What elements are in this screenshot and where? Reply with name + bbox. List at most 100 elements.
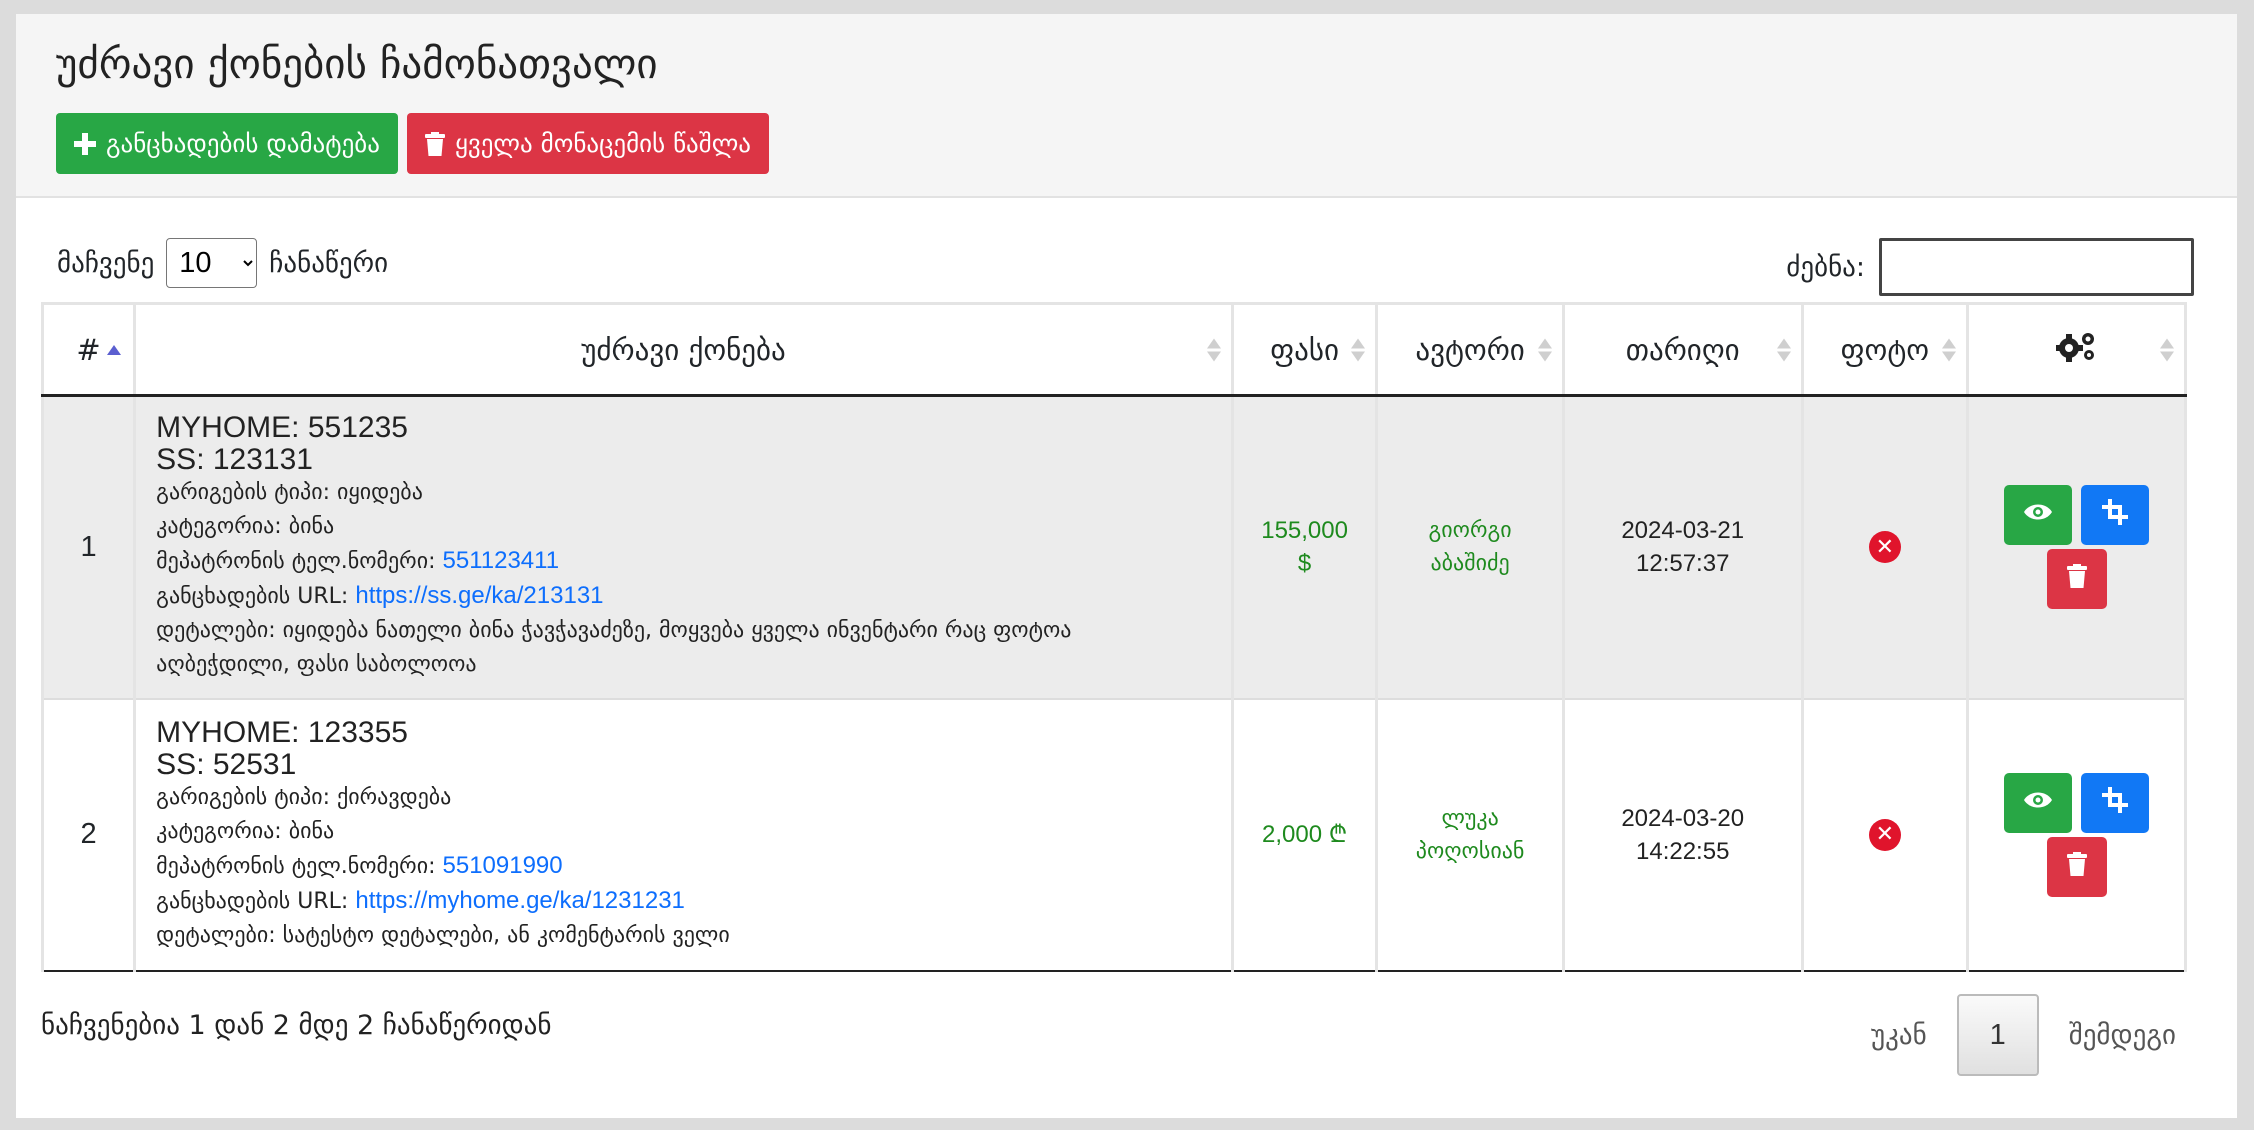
deal-type: გარიგების ტიპი: ქირავდება — [156, 784, 452, 810]
listing-url-link[interactable]: https://ss.ge/ka/213131 — [355, 582, 603, 609]
column-header-label: უძრავი ქონება — [581, 332, 786, 367]
eye-icon — [2024, 790, 2053, 816]
gears-icon — [2054, 333, 2098, 369]
property-cell: MYHOME: 123355 SS: 52531 გარიგების ტიპი:… — [133, 698, 1234, 972]
add-listing-button[interactable]: განცხადების დამატება — [56, 113, 398, 175]
view-button[interactable] — [2004, 772, 2073, 833]
owner-phone-link[interactable]: 551123411 — [443, 547, 560, 574]
author-first-name: ლუკა — [1441, 805, 1499, 831]
edit-button[interactable] — [2081, 485, 2150, 546]
column-header-label: თარიღი — [1625, 332, 1740, 367]
column-header-property[interactable]: უძრავი ქონება — [133, 302, 1234, 397]
date-cell: 2024-03-20 14:22:55 — [1561, 698, 1804, 972]
sort-icon — [1351, 338, 1366, 361]
trash-icon — [424, 131, 445, 156]
listings-table: # უძრავი ქონება ფასი ავტორი თარიღი ფოტო — [40, 302, 2187, 972]
date-cell: 2024-03-21 12:57:37 — [1561, 395, 1804, 700]
myhome-id: MYHOME: 123355 — [156, 715, 408, 749]
photo-cell: ✕ — [1800, 698, 1970, 972]
pagination: უკან 1 შემდეგი — [1841, 994, 2206, 1076]
page-title: უძრავი ქონების ჩამონათვალი — [56, 40, 658, 88]
x-circle-icon: ✕ — [1868, 531, 1901, 564]
delete-all-button[interactable]: ყველა მონაცემის წაშლა — [406, 113, 769, 175]
search-label: ძებნა: — [1786, 251, 1865, 283]
x-circle-icon: ✕ — [1868, 818, 1901, 851]
show-label: მაჩვენე — [57, 247, 155, 279]
date-value: 2024-03-21 — [1621, 517, 1745, 545]
time-value: 12:57:37 — [1636, 550, 1730, 578]
column-header-label: ავტორი — [1415, 332, 1525, 367]
sort-icon — [1537, 338, 1552, 361]
listing-url-label: განცხადების URL: — [156, 888, 349, 914]
row-index: 2 — [40, 698, 137, 972]
owner-phone-line: მეპატრონის ტელ.ნომერი: 551123411 — [156, 544, 1231, 579]
owner-phone-label: მეპატრონის ტელ.ნომერი: — [156, 853, 436, 879]
previous-page-button[interactable]: უკან — [1841, 1020, 1957, 1051]
listing-url-link[interactable]: https://myhome.ge/ka/1231231 — [355, 887, 685, 914]
owner-phone-line: მეპატრონის ტელ.ნომერი: 551091990 — [156, 849, 1231, 884]
column-header-author[interactable]: ავტორი — [1375, 302, 1565, 397]
price-cell: 2,000 ₾ — [1230, 698, 1379, 972]
price-value: 2,000 ₾ — [1261, 821, 1348, 848]
price-cell: 155,000 $ — [1230, 395, 1379, 700]
card-header: უძრავი ქონების ჩამონათვალი განცხადების დ… — [16, 14, 2237, 198]
column-header-photo[interactable]: ფოტო — [1800, 302, 1970, 397]
trash-icon — [2066, 851, 2087, 882]
trash-icon — [2066, 564, 2087, 594]
deal-type: გარიგების ტიპი: იყიდება — [156, 480, 423, 506]
page-button-current[interactable]: 1 — [1956, 994, 2039, 1076]
author-cell: ლუკა პოღოსიან — [1375, 698, 1565, 972]
author-last-name: პოღოსიან — [1415, 838, 1525, 864]
table-row: 1 MYHOME: 551235 SS: 123131 გარიგების ტი… — [40, 395, 2187, 700]
column-header-actions[interactable] — [1966, 302, 2187, 397]
listing-url-line: განცხადების URL: https://myhome.ge/ka/12… — [156, 884, 1231, 919]
price-value: 155,000 — [1261, 517, 1348, 545]
page-length-select[interactable]: 10 — [166, 238, 258, 288]
table-info: ნაჩვენებია 1 დან 2 მდე 2 ჩანაწერიდან — [41, 1010, 552, 1041]
crop-icon — [2102, 499, 2129, 531]
photo-cell: ✕ — [1800, 395, 1970, 700]
table-header-row: # უძრავი ქონება ფასი ავტორი თარიღი ფოტო — [40, 302, 2187, 397]
crop-icon — [2102, 786, 2129, 819]
listing-url-line: განცხადების URL: https://ss.ge/ka/213131 — [156, 579, 1231, 614]
property-cell: MYHOME: 551235 SS: 123131 გარიგების ტიპი… — [133, 395, 1234, 700]
ss-id: SS: 123131 — [156, 443, 313, 477]
delete-all-label: ყველა მონაცემის წაშლა — [454, 129, 751, 159]
category: კატეგორია: ბინა — [156, 818, 335, 844]
column-header-label: ფასი — [1270, 332, 1340, 367]
actions-cell — [1966, 395, 2187, 700]
plus-icon — [74, 132, 96, 155]
delete-button[interactable] — [2046, 836, 2107, 897]
table-row: 2 MYHOME: 123355 SS: 52531 გარიგების ტიპ… — [40, 698, 2187, 972]
details-line: დეტალები: სატესტო დეტალები, ან კომენტარი… — [156, 922, 730, 948]
listing-url-label: განცხადების URL: — [156, 584, 349, 610]
details-line: დეტალები: იყიდება ნათელი ბინა ჭავჭავაძეზ… — [156, 618, 1072, 644]
date-value: 2024-03-20 — [1621, 804, 1745, 832]
author-cell: გიორგი აბაშიძე — [1375, 395, 1565, 700]
table-controls: მაჩვენე 10 ჩანაწერი ძებნა: — [16, 198, 2237, 316]
eye-icon — [2024, 502, 2053, 528]
search-input[interactable] — [1879, 238, 2194, 296]
owner-phone-label: მეპატრონის ტელ.ნომერი: — [156, 549, 436, 575]
delete-button[interactable] — [2046, 549, 2107, 610]
myhome-id: MYHOME: 551235 — [156, 411, 408, 445]
price-currency: $ — [1297, 550, 1312, 578]
sort-icon — [1942, 338, 1957, 361]
next-page-button[interactable]: შემდეგი — [2039, 1020, 2206, 1051]
view-button[interactable] — [2004, 485, 2073, 546]
time-value: 14:22:55 — [1636, 837, 1730, 865]
sort-icon — [1206, 338, 1221, 361]
edit-button[interactable] — [2081, 772, 2150, 833]
author-last-name: აბაშიძე — [1430, 551, 1510, 577]
page-length-control: მაჩვენე 10 ჩანაწერი — [57, 238, 388, 288]
column-header-date[interactable]: თარიღი — [1561, 302, 1804, 397]
actions-cell — [1966, 698, 2187, 972]
add-listing-label: განცხადების დამატება — [106, 129, 380, 159]
column-header-index[interactable]: # — [40, 302, 137, 397]
header-buttons: განცხადების დამატება ყველა მონაცემის წაშ… — [56, 113, 2197, 175]
column-header-label: # — [76, 332, 101, 367]
owner-phone-link[interactable]: 551091990 — [443, 852, 563, 879]
entries-label: ჩანაწერი — [269, 247, 389, 279]
column-header-price[interactable]: ფასი — [1230, 302, 1379, 397]
sort-icon — [107, 344, 122, 355]
